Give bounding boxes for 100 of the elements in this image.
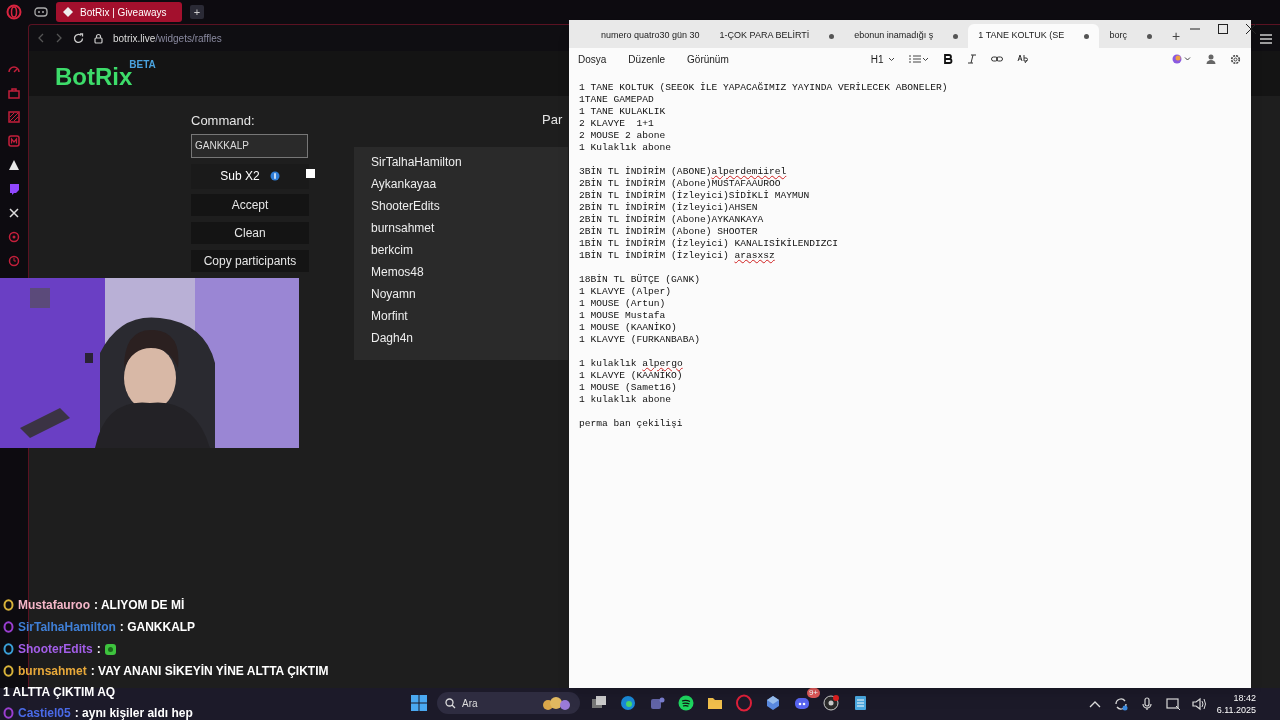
document-line: 1 Kulaklık abone [579, 142, 673, 154]
document-tab[interactable]: ebonun inamadığı ş [844, 24, 969, 48]
spellcheck-icon[interactable] [1016, 54, 1029, 64]
search-highlight-icon [542, 695, 572, 711]
document-line: 1BİN TL İNDİRİM (İzleyici) arasxsz [579, 250, 776, 262]
document-line: 1 TANE KOLTUK (SEEOK İLE YAPACAĞIMIZ YAYINDA VERİLECEK ABONELER) [579, 82, 949, 94]
back-icon[interactable] [37, 33, 45, 43]
menu-item[interactable]: Dosya [578, 51, 607, 67]
document-line: 18BİN TL BÜTÇE (GANK) [579, 274, 701, 286]
participant-name[interactable]: Aykankayaa [354, 173, 568, 195]
document-line: 1 MOUSE (KAANİKO) [579, 322, 678, 334]
chat-message: : ALIYOM DE Mİ [94, 597, 185, 614]
chat-username[interactable]: burnsahmet [18, 662, 87, 680]
italic-icon[interactable] [966, 54, 977, 64]
beta-label: BETA [129, 57, 156, 70]
document-line: 1 MOUSE Mustafa [579, 310, 667, 322]
diamond-logo-icon [62, 6, 74, 18]
clock[interactable]: 18:42 6.11.2025 [1216, 692, 1256, 716]
document-line: 1 kulaklık alpergo [579, 358, 684, 370]
letter-m-icon[interactable] [7, 134, 21, 148]
lock-icon [94, 32, 103, 44]
participant-name[interactable]: Memos48 [354, 261, 568, 283]
opera-logo-icon[interactable] [6, 4, 22, 20]
close-icon[interactable] [1246, 23, 1257, 35]
edge-icon[interactable] [619, 694, 637, 712]
document-line: 2BİN TL İNDİRİM (Abone)AYKANKAYA [579, 214, 765, 226]
new-tab-button[interactable]: + [1161, 24, 1191, 48]
document-tab[interactable]: 1-ÇOK PARA BELİRTİ [709, 24, 845, 48]
x-logo-icon[interactable] [7, 206, 21, 220]
chat-message: 1 ALTTA ÇIKTIM AQ [3, 684, 116, 701]
chat-message: : aynı kişiler aldı hep [74, 705, 193, 720]
chat-message: : GANKKALP [119, 619, 196, 636]
bold-icon[interactable] [942, 54, 953, 64]
document-line: 2 KLAVYE 1+1 [579, 118, 655, 130]
document-line: perma ban çekilişi [579, 418, 684, 430]
windows-start-icon[interactable] [410, 694, 428, 712]
pin-icon[interactable] [7, 230, 21, 244]
chat-message: : VAY ANANI SİKEYİN YİNE ALTTA ÇIKTIM [90, 663, 329, 680]
checkbox[interactable] [306, 168, 315, 178]
new-tab-button[interactable]: + [190, 5, 204, 19]
participant-name[interactable]: Morfint [354, 305, 568, 327]
document-line: 1 MOUSE (Artun) [579, 298, 667, 310]
document-line: 2BİN TL İNDİRİM (İzleyici)SİDİKLİ MAYMUN [579, 190, 811, 202]
account-icon[interactable] [1206, 54, 1216, 64]
menu-icon[interactable] [1260, 34, 1272, 44]
copilot-icon[interactable] [1172, 54, 1192, 64]
chat-message: : [96, 641, 101, 658]
sync-icon[interactable] [1112, 696, 1129, 712]
maximize-icon[interactable] [1218, 23, 1229, 35]
document-line: 1 kulaklık abone [579, 394, 673, 406]
command-label: Command: [191, 112, 256, 130]
gamepad-icon[interactable] [34, 6, 48, 18]
action-button[interactable]: Copy participants [191, 249, 309, 272]
link-icon[interactable] [990, 54, 1003, 64]
participant-name[interactable]: Noyamn [354, 283, 568, 305]
network-icon[interactable] [1164, 696, 1181, 712]
participants-heading: Par [542, 111, 563, 129]
menu-item[interactable]: Düzenle [628, 51, 666, 67]
chat-username[interactable]: Castiel05 [18, 704, 71, 720]
settings-icon[interactable] [1230, 53, 1241, 65]
participant-name[interactable]: burnsahmet [354, 217, 568, 239]
document-line: 1 KLAVYE (KAANİKO) [579, 370, 684, 382]
participant-name[interactable]: berkcim [354, 239, 568, 261]
chat-username[interactable]: SirTalhaHamilton [18, 618, 116, 636]
bag-icon[interactable] [7, 86, 21, 100]
browser-tab[interactable]: BotRix | Giveaways [56, 2, 182, 22]
document-line: 1 MOUSE (Samet16) [579, 382, 678, 394]
speaker-icon[interactable] [1190, 696, 1207, 712]
search-field[interactable]: Ara [437, 692, 580, 714]
command-field[interactable]: GANKKALP [191, 133, 308, 158]
info-icon[interactable] [269, 171, 280, 181]
cube-app-icon[interactable] [764, 694, 782, 712]
chat-username[interactable]: ShooterEdits [18, 640, 93, 658]
chat-username[interactable]: Mustafauroo [18, 596, 90, 614]
document-line: 1 KLAVYE (Alper) [579, 286, 673, 298]
recording-app-icon[interactable] [822, 694, 840, 712]
document-line: 2BİN TL İNDİRİM (İzleyici)AHSEN [579, 202, 759, 214]
twitch-icon[interactable] [7, 182, 21, 196]
document-tab[interactable]: numero quatro30 gün 30 [591, 24, 710, 48]
sub-x2-label: Sub X2 [220, 168, 260, 185]
document-tab[interactable]: borç [1099, 24, 1162, 48]
opera-icon[interactable] [735, 694, 753, 712]
heading-dropdown[interactable]: H1 [870, 51, 895, 67]
forward-icon[interactable] [55, 33, 63, 43]
screen-icon[interactable] [7, 110, 21, 124]
reload-icon[interactable] [73, 32, 84, 44]
triangle-logo-icon[interactable] [7, 158, 21, 172]
participant-name[interactable]: ShooterEdits [354, 195, 568, 217]
action-button[interactable]: Accept [191, 193, 309, 216]
address-bar[interactable]: botrix.live/widgets/raffles [113, 30, 222, 46]
menu-item[interactable]: Görünüm [687, 51, 729, 67]
participant-name[interactable]: Dagh4n [354, 327, 568, 349]
list-icon[interactable] [908, 54, 929, 64]
clock-icon[interactable] [7, 254, 21, 268]
action-button[interactable]: Clean [191, 221, 309, 244]
spotify-icon[interactable] [677, 694, 695, 712]
document-tab[interactable]: 1 TANE KOLTUK (SE [968, 24, 1100, 48]
participant-name[interactable]: SirTalhaHamilton [354, 151, 568, 173]
notification-badge: 9+ [806, 688, 820, 698]
document-line: 2 MOUSE 2 abone [579, 130, 667, 142]
